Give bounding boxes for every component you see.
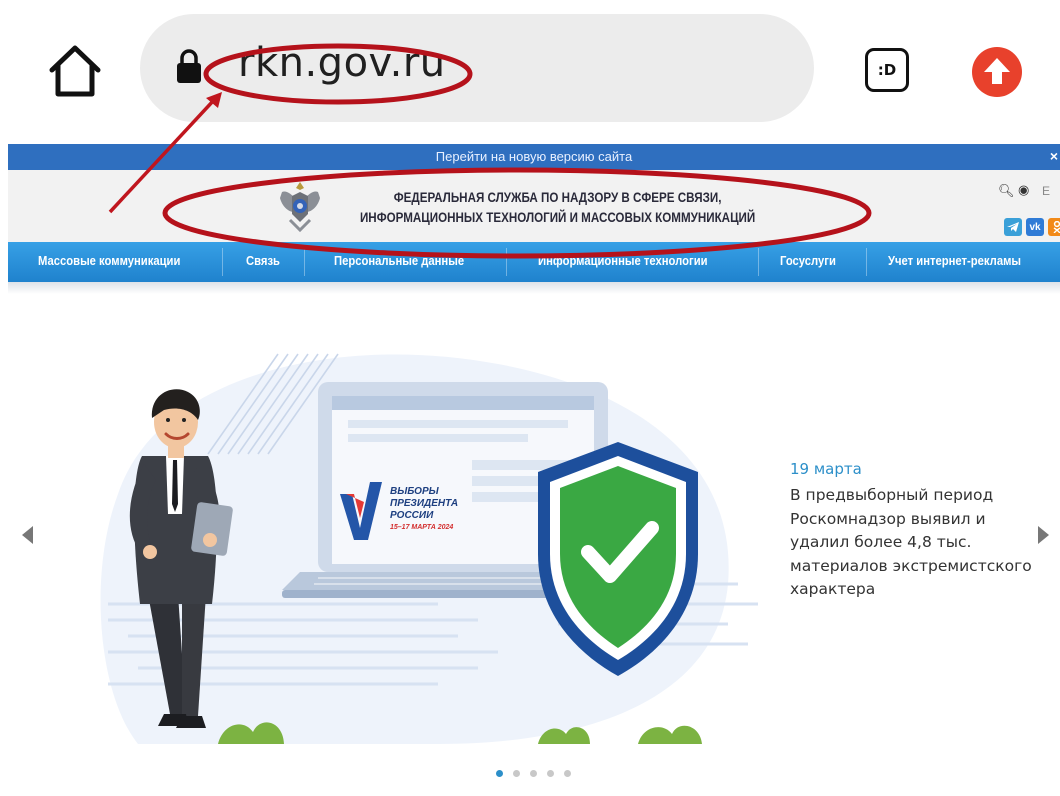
home-icon[interactable] [46, 42, 104, 100]
update-icon[interactable] [971, 46, 1023, 98]
slider-dot[interactable] [547, 770, 554, 777]
telegram-icon[interactable] [1004, 218, 1022, 236]
ballot-line2: ПРЕЗИДЕНТА [390, 498, 458, 509]
ballot-line3: РОССИИ [390, 510, 434, 521]
nav-item-mass-communications[interactable]: Массовые коммуникации [38, 254, 180, 268]
news-slider: ВЫБОРЫ ПРЕЗИДЕНТА РОССИИ 15–17 МАРТА 202… [8, 294, 1060, 746]
vk-icon[interactable]: vk [1026, 218, 1044, 236]
language-switch[interactable]: E [1042, 184, 1050, 198]
nav-shadow [8, 282, 1060, 294]
slider-dot[interactable] [564, 770, 571, 777]
election-illustration[interactable]: ВЫБОРЫ ПРЕЗИДЕНТА РОССИИ 15–17 МАРТА 202… [78, 314, 778, 746]
ballot-line4: 15–17 МАРТА 2024 [390, 524, 453, 531]
site-header: ФЕДЕРАЛЬНАЯ СЛУЖБА ПО НАДЗОРУ В СФЕРЕ СВ… [8, 170, 1060, 242]
lock-icon[interactable] [176, 48, 202, 84]
russian-emblem-logo[interactable] [276, 178, 324, 236]
main-nav: Массовые коммуникации Связь Персональные… [8, 242, 1060, 282]
slider-dot[interactable] [496, 770, 503, 777]
org-name-line2: ИНФОРМАЦИОННЫХ ТЕХНОЛОГИЙ И МАССОВЫХ КОМ… [359, 210, 756, 225]
nav-item-communications[interactable]: Связь [246, 254, 280, 268]
nav-divider [758, 248, 759, 276]
close-banner-icon[interactable]: × [1050, 148, 1058, 164]
slider-prev-arrow-icon[interactable] [22, 526, 33, 544]
new-version-link[interactable]: Перейти на новую версию сайта [8, 149, 1060, 164]
nav-item-personal-data[interactable]: Персональные данные [334, 254, 464, 268]
browser-toolbar: rkn.gov.ru :D [0, 0, 1060, 140]
nav-divider [222, 248, 223, 276]
nav-divider [304, 248, 305, 276]
ok-icon[interactable] [1048, 218, 1060, 236]
ballot-line1: ВЫБОРЫ [390, 486, 440, 497]
accessibility-eye-icon[interactable]: ◉ [1018, 183, 1029, 198]
header-tools: 🔍︎ ◉ E vk [996, 180, 1060, 240]
nav-item-public-services[interactable]: Госуслуги [780, 254, 836, 268]
website: Перейти на новую версию сайта × ФЕДЕРАЛЬ… [8, 140, 1060, 796]
url-text[interactable]: rkn.gov.ru [238, 40, 446, 86]
nav-item-information-technologies[interactable]: Информационные технологии [538, 254, 708, 268]
search-icon[interactable]: 🔍︎ [998, 184, 1015, 199]
org-name: ФЕДЕРАЛЬНАЯ СЛУЖБА ПО НАДЗОРУ В СФЕРЕ СВ… [334, 188, 781, 228]
news-headline[interactable]: В предвыборный период Роскомнадзор выяви… [790, 484, 1046, 602]
slider-dot[interactable] [530, 770, 537, 777]
nav-item-internet-ad-registry[interactable]: Учет интернет-рекламы [888, 254, 1021, 268]
nav-divider [866, 248, 867, 276]
org-name-line1: ФЕДЕРАЛЬНАЯ СЛУЖБА ПО НАДЗОРУ В СФЕРЕ СВ… [393, 190, 722, 205]
slider-pagination [496, 770, 571, 780]
slider-dot[interactable] [513, 770, 520, 777]
extension-icon[interactable]: :D [865, 48, 909, 92]
nav-divider [506, 248, 507, 276]
screenshot: rkn.gov.ru :D Перейти на новую версию са… [0, 0, 1060, 796]
news-date: 19 марта [790, 460, 862, 478]
new-version-banner: Перейти на новую версию сайта × [8, 144, 1060, 170]
